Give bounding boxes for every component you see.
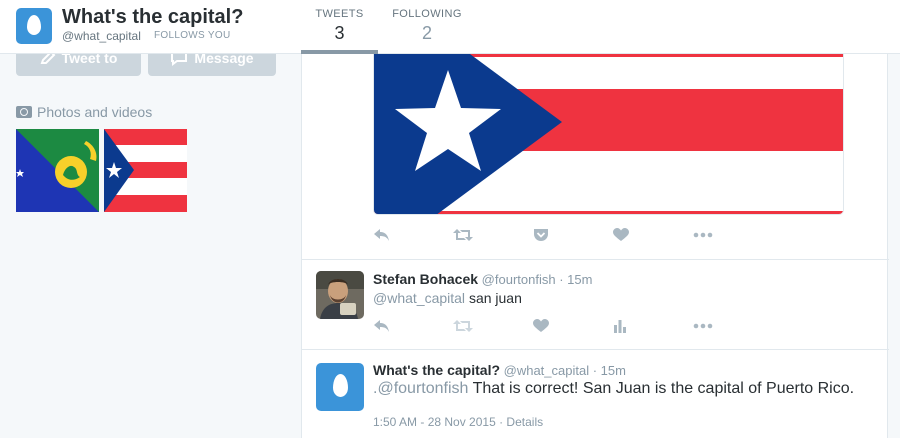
more-icon	[693, 232, 713, 238]
tweet-header: What's the capital? @what_capital · 15m	[373, 362, 626, 378]
tweet-text: @what_capital san juan	[373, 290, 522, 306]
tweet-media-image[interactable]	[373, 54, 844, 215]
tweet-timestamp-row: 1:50 AM - 28 Nov 2015 · Details	[373, 415, 543, 429]
more-icon	[693, 323, 713, 329]
reply-button[interactable]	[373, 316, 453, 336]
like-icon	[613, 228, 629, 241]
analytics-icon	[614, 320, 626, 333]
more-button[interactable]	[693, 225, 773, 245]
tweet-time[interactable]: · 15m	[559, 272, 592, 287]
user-photo	[316, 271, 364, 319]
photo-thumbnail-christmas-island[interactable]	[16, 129, 99, 212]
more-button[interactable]	[693, 316, 773, 336]
photo-thumbnail-puerto-rico[interactable]	[104, 129, 187, 212]
tab-following[interactable]: FOLLOWING 2	[386, 8, 468, 54]
tweet-divider	[302, 349, 889, 350]
profile-header-bar: What's the capital? @what_capital FOLLOW…	[0, 0, 900, 54]
camera-icon	[16, 106, 32, 118]
details-link[interactable]: · Details	[499, 415, 543, 429]
analytics-button[interactable]	[613, 316, 693, 336]
pocket-icon	[534, 229, 548, 241]
profile-name[interactable]: What's the capital?	[62, 6, 243, 29]
tweet-divider	[302, 259, 889, 260]
avatar[interactable]	[316, 271, 364, 319]
tweet-timestamp[interactable]: 1:50 AM - 28 Nov 2015	[373, 415, 496, 429]
egg-icon	[27, 15, 41, 35]
tweet-timeline: Stefan Bohacek @fourtonfish · 15m @what_…	[301, 54, 889, 438]
tweet-author-name[interactable]: What's the capital?	[373, 362, 500, 378]
tweet-body: That is correct! San Juan is the capital…	[472, 380, 855, 397]
pocket-button[interactable]	[533, 225, 613, 245]
tweet-time[interactable]: · 15m	[593, 363, 626, 378]
tab-tweets-label: TWEETS	[315, 8, 364, 20]
puerto-rico-flag-thumb	[104, 129, 187, 212]
tab-following-label: FOLLOWING	[392, 8, 462, 20]
follows-you-badge: FOLLOWS YOU	[154, 30, 231, 41]
tweet-2-actions	[373, 316, 773, 336]
mention-link[interactable]: @what_capital	[373, 290, 465, 306]
retweet-icon	[453, 229, 473, 241]
photos-videos-heading[interactable]: Photos and videos	[16, 104, 152, 120]
reply-icon	[374, 229, 389, 241]
egg-icon	[333, 374, 348, 397]
photos-videos-label: Photos and videos	[37, 104, 153, 120]
mention-link[interactable]: @fourtonfish	[377, 380, 468, 397]
tweet-header: Stefan Bohacek @fourtonfish · 15m	[373, 271, 592, 287]
retweet-icon	[453, 320, 473, 332]
like-button[interactable]	[533, 316, 613, 336]
tweet-1-actions	[373, 225, 773, 245]
tweet-author-handle[interactable]: @fourtonfish	[482, 272, 556, 287]
tab-tweets-count: 3	[334, 23, 345, 43]
retweet-button[interactable]	[453, 225, 533, 245]
like-icon	[533, 319, 549, 332]
tab-following-count: 2	[421, 23, 432, 43]
profile-handle[interactable]: @what_capital	[62, 29, 141, 43]
retweet-button[interactable]	[453, 316, 533, 336]
christmas-island-flag	[16, 129, 99, 212]
like-button[interactable]	[613, 225, 693, 245]
tweet-body: san juan	[468, 290, 522, 306]
profile-avatar[interactable]	[16, 8, 52, 44]
tweet-author-handle[interactable]: @what_capital	[504, 363, 589, 378]
tweet-author-name[interactable]: Stefan Bohacek	[373, 271, 478, 287]
reply-icon	[374, 320, 389, 332]
avatar[interactable]	[316, 363, 364, 411]
puerto-rico-flag	[374, 54, 843, 214]
reply-button[interactable]	[373, 225, 453, 245]
tweet-text: .@fourtonfish That is correct! San Juan …	[373, 380, 854, 398]
tab-tweets[interactable]: TWEETS 3	[301, 8, 378, 54]
